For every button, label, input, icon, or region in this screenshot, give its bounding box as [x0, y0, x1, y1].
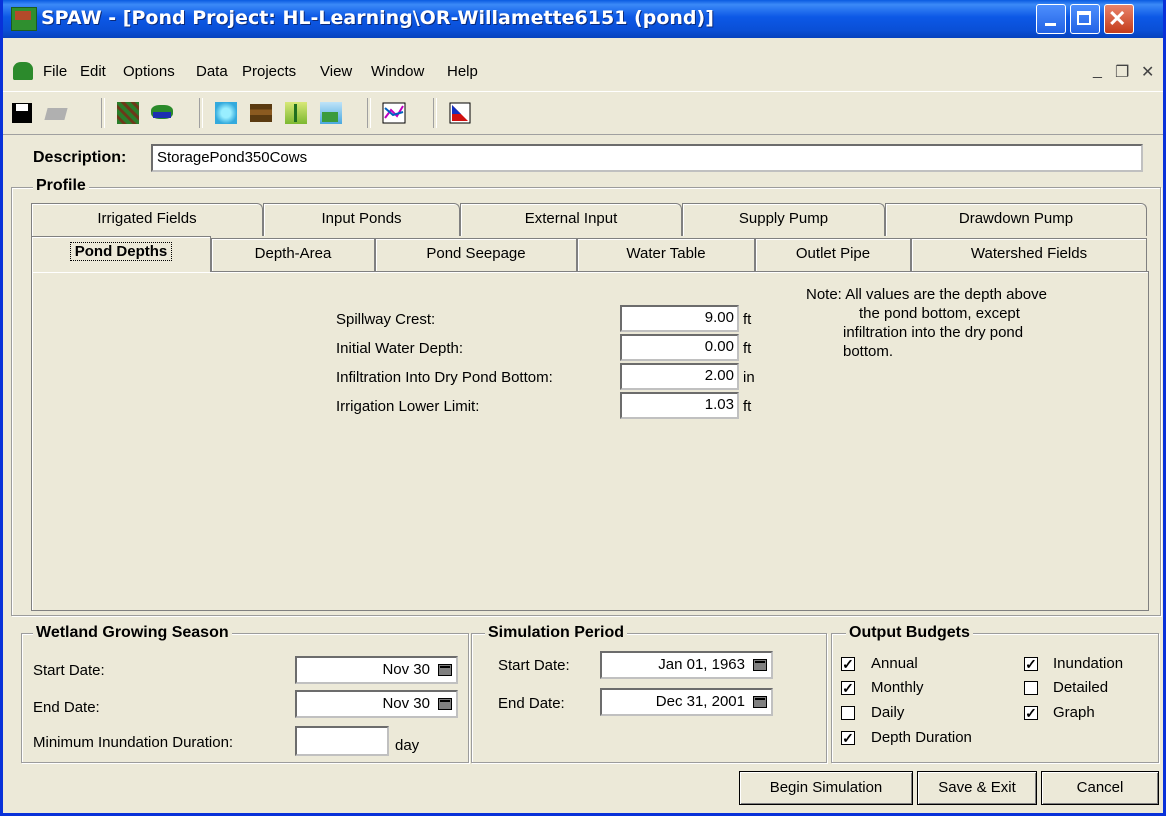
menu-projects[interactable]: Projects: [242, 63, 296, 80]
title-bar[interactable]: SPAW - [Pond Project: HL-Learning\OR-Wil…: [3, 0, 1163, 38]
initial-water-depth-label: Initial Water Depth:: [336, 340, 463, 357]
growing-season-title: Wetland Growing Season: [33, 624, 232, 642]
sim-start-date[interactable]: Jan 01, 1963: [600, 651, 773, 679]
print-icon: [43, 100, 69, 126]
irrigation-lower-limit-unit: ft: [743, 398, 752, 415]
menu-help[interactable]: Help: [447, 63, 478, 80]
weather-icon[interactable]: [318, 100, 344, 126]
monthly-checkbox[interactable]: ✓: [841, 681, 855, 695]
soil-layer-icon[interactable]: [248, 100, 274, 126]
inundation-checkbox[interactable]: ✓: [1024, 657, 1038, 671]
pond-icon[interactable]: [149, 100, 175, 126]
mdi-restore-icon[interactable]: ❐: [1115, 62, 1129, 82]
toolbar-separator: [199, 98, 203, 128]
annual-label: Annual: [871, 655, 918, 672]
tab-input-ponds[interactable]: Input Ponds: [263, 203, 460, 236]
maximize-button[interactable]: [1070, 4, 1100, 34]
close-button[interactable]: ✕: [1104, 4, 1134, 34]
menu-view[interactable]: View: [320, 63, 352, 80]
irrigation-lower-limit-label: Irrigation Lower Limit:: [336, 398, 480, 415]
graph-icon[interactable]: [381, 100, 407, 126]
spillway-crest-input[interactable]: 9.00: [620, 305, 739, 332]
daily-label: Daily: [871, 704, 905, 721]
growing-start-label: Start Date:: [33, 662, 105, 679]
tab-supply-pump[interactable]: Supply Pump: [682, 203, 885, 236]
save-exit-button[interactable]: Save & Exit: [917, 771, 1037, 805]
calendar-icon[interactable]: [438, 664, 452, 676]
soil-texture-icon[interactable]: [213, 100, 239, 126]
irrigation-lower-limit-input[interactable]: 1.03: [620, 392, 739, 419]
simulation-period-title: Simulation Period: [485, 624, 628, 642]
tab-watershed-fields[interactable]: Watershed Fields: [911, 238, 1147, 271]
menu-data[interactable]: Data: [196, 63, 228, 80]
depth-duration-checkbox[interactable]: ✓: [841, 731, 855, 745]
sim-start-label: Start Date:: [498, 657, 570, 674]
description-input[interactable]: StoragePond350Cows: [151, 144, 1143, 172]
detailed-label: Detailed: [1053, 679, 1109, 696]
infiltration-unit: in: [743, 369, 755, 386]
toolbar-separator: [367, 98, 371, 128]
begin-simulation-button[interactable]: Begin Simulation: [739, 771, 913, 805]
tab-depth-area[interactable]: Depth-Area: [211, 238, 375, 271]
sim-end-label: End Date:: [498, 695, 565, 712]
tab-pond-seepage[interactable]: Pond Seepage: [375, 238, 577, 271]
inundation-duration-label: Minimum Inundation Duration:: [33, 734, 234, 751]
inundation-label: Inundation: [1053, 655, 1124, 672]
calendar-icon[interactable]: [753, 659, 767, 671]
tab-pond-depths[interactable]: Pond Depths: [31, 236, 211, 272]
mdi-close-icon[interactable]: ✕: [1141, 62, 1154, 82]
menu-options[interactable]: Options: [123, 63, 175, 80]
close-icon: ✕: [1108, 6, 1127, 31]
depth-duration-label: Depth Duration: [871, 729, 972, 746]
initial-water-depth-unit: ft: [743, 340, 752, 357]
menu-file[interactable]: File: [43, 63, 67, 80]
menu-window[interactable]: Window: [371, 63, 424, 80]
initial-water-depth-input[interactable]: 0.00: [620, 334, 739, 361]
tab-irrigated-fields[interactable]: Irrigated Fields: [31, 203, 263, 236]
spillway-crest-label: Spillway Crest:: [336, 311, 436, 328]
output-budgets-title: Output Budgets: [846, 624, 973, 642]
profile-title: Profile: [33, 177, 89, 195]
graph-checkbox[interactable]: ✓: [1024, 706, 1038, 720]
growing-start-date[interactable]: Nov 30: [295, 656, 458, 684]
infiltration-input[interactable]: 2.00: [620, 363, 739, 390]
detailed-checkbox[interactable]: [1024, 681, 1038, 695]
graph-label: Graph: [1053, 704, 1095, 721]
window-title: SPAW - [Pond Project: HL-Learning\OR-Wil…: [41, 7, 714, 29]
toolbar-separator: [101, 98, 105, 128]
mdi-minimize-icon[interactable]: _: [1093, 62, 1102, 80]
calendar-icon[interactable]: [438, 698, 452, 710]
growing-end-label: End Date:: [33, 699, 100, 716]
spillway-crest-unit: ft: [743, 311, 752, 328]
inundation-duration-unit: day: [395, 737, 420, 754]
tab-external-input[interactable]: External Input: [460, 203, 682, 236]
output-icon[interactable]: [447, 100, 473, 126]
toolbar-separator: [433, 98, 437, 128]
sim-end-date[interactable]: Dec 31, 2001: [600, 688, 773, 716]
tab-water-table[interactable]: Water Table: [577, 238, 755, 271]
app-window: SPAW - [Pond Project: HL-Learning\OR-Wil…: [0, 0, 1166, 816]
tab-drawdown-pump[interactable]: Drawdown Pump: [885, 203, 1147, 236]
daily-checkbox[interactable]: [841, 706, 855, 720]
depth-note: Note: All values are the depth above the…: [806, 286, 1047, 360]
field-icon[interactable]: [115, 100, 141, 126]
crop-icon[interactable]: [283, 100, 309, 126]
menu-edit[interactable]: Edit: [80, 63, 106, 80]
minimize-button[interactable]: [1036, 4, 1066, 34]
annual-checkbox[interactable]: ✓: [841, 657, 855, 671]
tab-outlet-pipe[interactable]: Outlet Pipe: [755, 238, 911, 271]
cancel-button[interactable]: Cancel: [1041, 771, 1159, 805]
calendar-icon[interactable]: [753, 696, 767, 708]
document-icon[interactable]: [13, 62, 33, 80]
save-icon[interactable]: [9, 100, 35, 126]
app-icon: [11, 7, 37, 31]
inundation-duration-input[interactable]: [295, 726, 389, 756]
growing-end-date[interactable]: Nov 30: [295, 690, 458, 718]
monthly-label: Monthly: [871, 679, 924, 696]
description-label: Description:: [33, 149, 127, 166]
infiltration-label: Infiltration Into Dry Pond Bottom:: [336, 369, 553, 386]
